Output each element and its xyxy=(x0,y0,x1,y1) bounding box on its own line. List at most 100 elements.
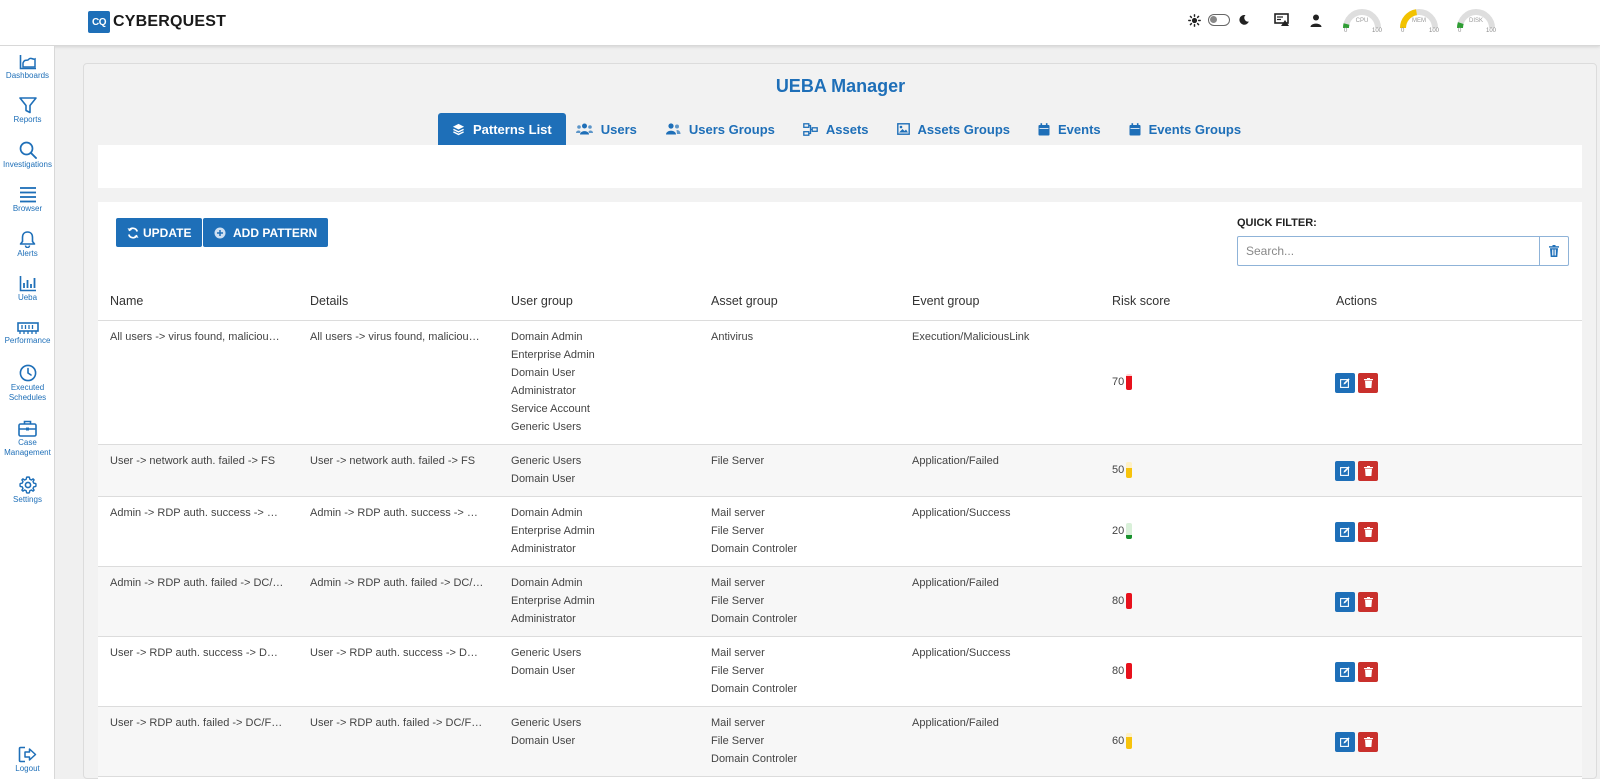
pattern-details: Admin -> RDP auth. failed -> DC/FS/MS xyxy=(310,577,484,589)
sidebar-item-investigations[interactable]: Investigations xyxy=(0,141,55,170)
edit-pattern-button[interactable] xyxy=(1335,662,1355,682)
tab-users[interactable]: Users xyxy=(566,113,649,145)
add-pattern-label: ADD PATTERN xyxy=(233,225,318,240)
edit-pattern-button[interactable] xyxy=(1335,592,1355,612)
list-icon xyxy=(19,187,36,203)
delete-pattern-button[interactable] xyxy=(1358,373,1378,393)
sidebar-item-reports[interactable]: Reports xyxy=(0,97,55,125)
column-header-asset-group[interactable]: Asset group xyxy=(711,294,778,308)
tab-assets[interactable]: Assets xyxy=(793,113,881,145)
sidebar-item-alerts[interactable]: Alerts xyxy=(0,230,55,259)
gauge-min: 0 xyxy=(1401,28,1405,34)
tab-users-groups[interactable]: Users Groups xyxy=(655,113,787,145)
column-header-event-group[interactable]: Event group xyxy=(912,294,979,308)
delete-pattern-button[interactable] xyxy=(1358,522,1378,542)
theme-toggle[interactable] xyxy=(1208,14,1230,26)
gauge-max: 100 xyxy=(1428,28,1439,34)
sidebar-item-label: Performance xyxy=(4,336,51,345)
event-group: Application/Failed xyxy=(912,717,999,729)
asset-group-item: Mail server xyxy=(711,647,765,659)
table-row[interactable]: All users -> virus found, malicious link… xyxy=(98,321,1582,445)
event-group: Application/Success xyxy=(912,647,1011,659)
clear-filter-button[interactable] xyxy=(1540,236,1569,266)
edit-pattern-button[interactable] xyxy=(1335,732,1355,752)
table-row[interactable]: User -> RDP auth. success -> DC/FS/MS Use… xyxy=(98,637,1582,707)
trash-icon xyxy=(1363,737,1373,747)
risk-meter-fill xyxy=(1126,468,1133,478)
trash-icon xyxy=(1363,527,1373,537)
sidebar-item-label: Ueba xyxy=(17,293,38,302)
briefcase-icon xyxy=(18,420,37,437)
delete-pattern-button[interactable] xyxy=(1358,461,1378,481)
sidebar-item-label: Schedules xyxy=(8,393,47,402)
gauge-max: 100 xyxy=(1371,28,1382,34)
delete-pattern-button[interactable] xyxy=(1358,732,1378,752)
sidebar-item-executed-schedules[interactable]: Executed Schedules xyxy=(0,364,55,403)
column-header-user-group[interactable]: User group xyxy=(511,294,573,308)
sidebar-item-case-management[interactable]: Case Management xyxy=(0,420,55,458)
tab-label: Events xyxy=(1058,121,1101,137)
asset-group-item: Mail server xyxy=(711,717,765,729)
asset-group-item: File Server xyxy=(711,665,765,677)
user-group-item: Domain User xyxy=(511,473,576,485)
page-title: UEBA Manager xyxy=(775,76,906,96)
table-row[interactable]: Admin -> RDP auth. success -> DC/FS/MS Ad… xyxy=(98,497,1582,567)
asset-group-item: Mail server xyxy=(711,577,765,589)
brand-logo[interactable]: CQ CYBERQUEST xyxy=(88,11,226,33)
pattern-name: User -> network auth. failed -> FS xyxy=(110,455,276,467)
tab-assets-groups[interactable]: Assets Groups xyxy=(887,113,1022,145)
event-group: Execution/MaliciousLink xyxy=(912,331,1030,343)
risk-score-value: 60 xyxy=(1112,735,1125,747)
gauge-min: 0 xyxy=(1458,28,1462,34)
add-pattern-button[interactable]: ADD PATTERN xyxy=(203,218,329,247)
sidebar-item-label: Logout xyxy=(15,764,40,773)
chart-area-icon xyxy=(19,55,36,70)
table-row[interactable]: User -> RDP auth. failed -> DC/FS/MS User… xyxy=(98,707,1582,777)
sidebar-item-logout[interactable]: Logout xyxy=(0,746,55,774)
tab-patterns-list[interactable]: Patterns List xyxy=(438,113,566,145)
user-group-item: Service Account xyxy=(511,403,590,415)
sidebar-item-browser[interactable]: Browser xyxy=(0,186,55,214)
trash-icon xyxy=(1363,466,1373,476)
update-button[interactable]: UPDATE xyxy=(116,218,203,247)
trash-icon xyxy=(1549,245,1559,257)
gear-icon xyxy=(18,476,37,494)
edit-pattern-button[interactable] xyxy=(1335,522,1355,542)
tab-events[interactable]: Events xyxy=(1028,113,1113,145)
column-header-name[interactable]: Name xyxy=(110,294,143,308)
clock-icon xyxy=(19,364,36,382)
asset-group-item: File Server xyxy=(711,455,765,467)
edit-pattern-button[interactable] xyxy=(1335,461,1355,481)
bell-icon xyxy=(19,231,36,248)
moon-icon[interactable] xyxy=(1236,12,1252,28)
asset-group-item: Domain Controler xyxy=(711,543,798,555)
sidebar-item-label: Settings xyxy=(13,495,42,504)
sidebar-item-performance[interactable]: Performance xyxy=(0,321,55,346)
delete-pattern-button[interactable] xyxy=(1358,662,1378,682)
tab-label: Patterns List xyxy=(473,121,552,137)
search-input[interactable] xyxy=(1237,236,1540,266)
table-row[interactable]: User -> network auth. failed -> FS User -… xyxy=(98,445,1582,497)
calendar-icon xyxy=(1038,122,1050,135)
tab-label: Events Groups xyxy=(1148,121,1242,137)
risk-score-value: 20 xyxy=(1112,525,1125,537)
sidebar-item-settings[interactable]: Settings xyxy=(0,476,55,505)
column-header-details[interactable]: Details xyxy=(310,294,348,308)
column-header-risk-score[interactable]: Risk score xyxy=(1112,294,1170,308)
top-bar: CQ CYBERQUEST CPU 0 100 MEM 0 100 DISK 0 100 xyxy=(0,0,1600,46)
user-group-item: Domain Admin xyxy=(511,577,583,589)
table-row[interactable]: Admin -> RDP auth. failed -> DC/FS/MS Adm… xyxy=(98,567,1582,637)
tab-events-groups[interactable]: Events Groups xyxy=(1119,113,1253,145)
sun-icon[interactable] xyxy=(1186,12,1202,28)
delete-pattern-button[interactable] xyxy=(1358,592,1378,612)
edit-pattern-button[interactable] xyxy=(1335,373,1355,393)
user-icon[interactable] xyxy=(1308,12,1324,28)
user-group-item: Generic Users xyxy=(511,647,582,659)
pattern-name: User -> RDP auth. failed -> DC/FS/MS xyxy=(110,717,284,729)
tab-label: Users Groups xyxy=(688,121,775,137)
sidebar-item-ueba[interactable]: Ueba xyxy=(0,275,55,303)
monitor-alert-icon[interactable] xyxy=(1274,12,1290,28)
asset-group-item: Domain Controler xyxy=(711,613,798,625)
patterns-card: UPDATE ADD PATTERN QUICK FILTER: Name De… xyxy=(98,202,1582,779)
plus-circle-icon xyxy=(214,227,226,238)
